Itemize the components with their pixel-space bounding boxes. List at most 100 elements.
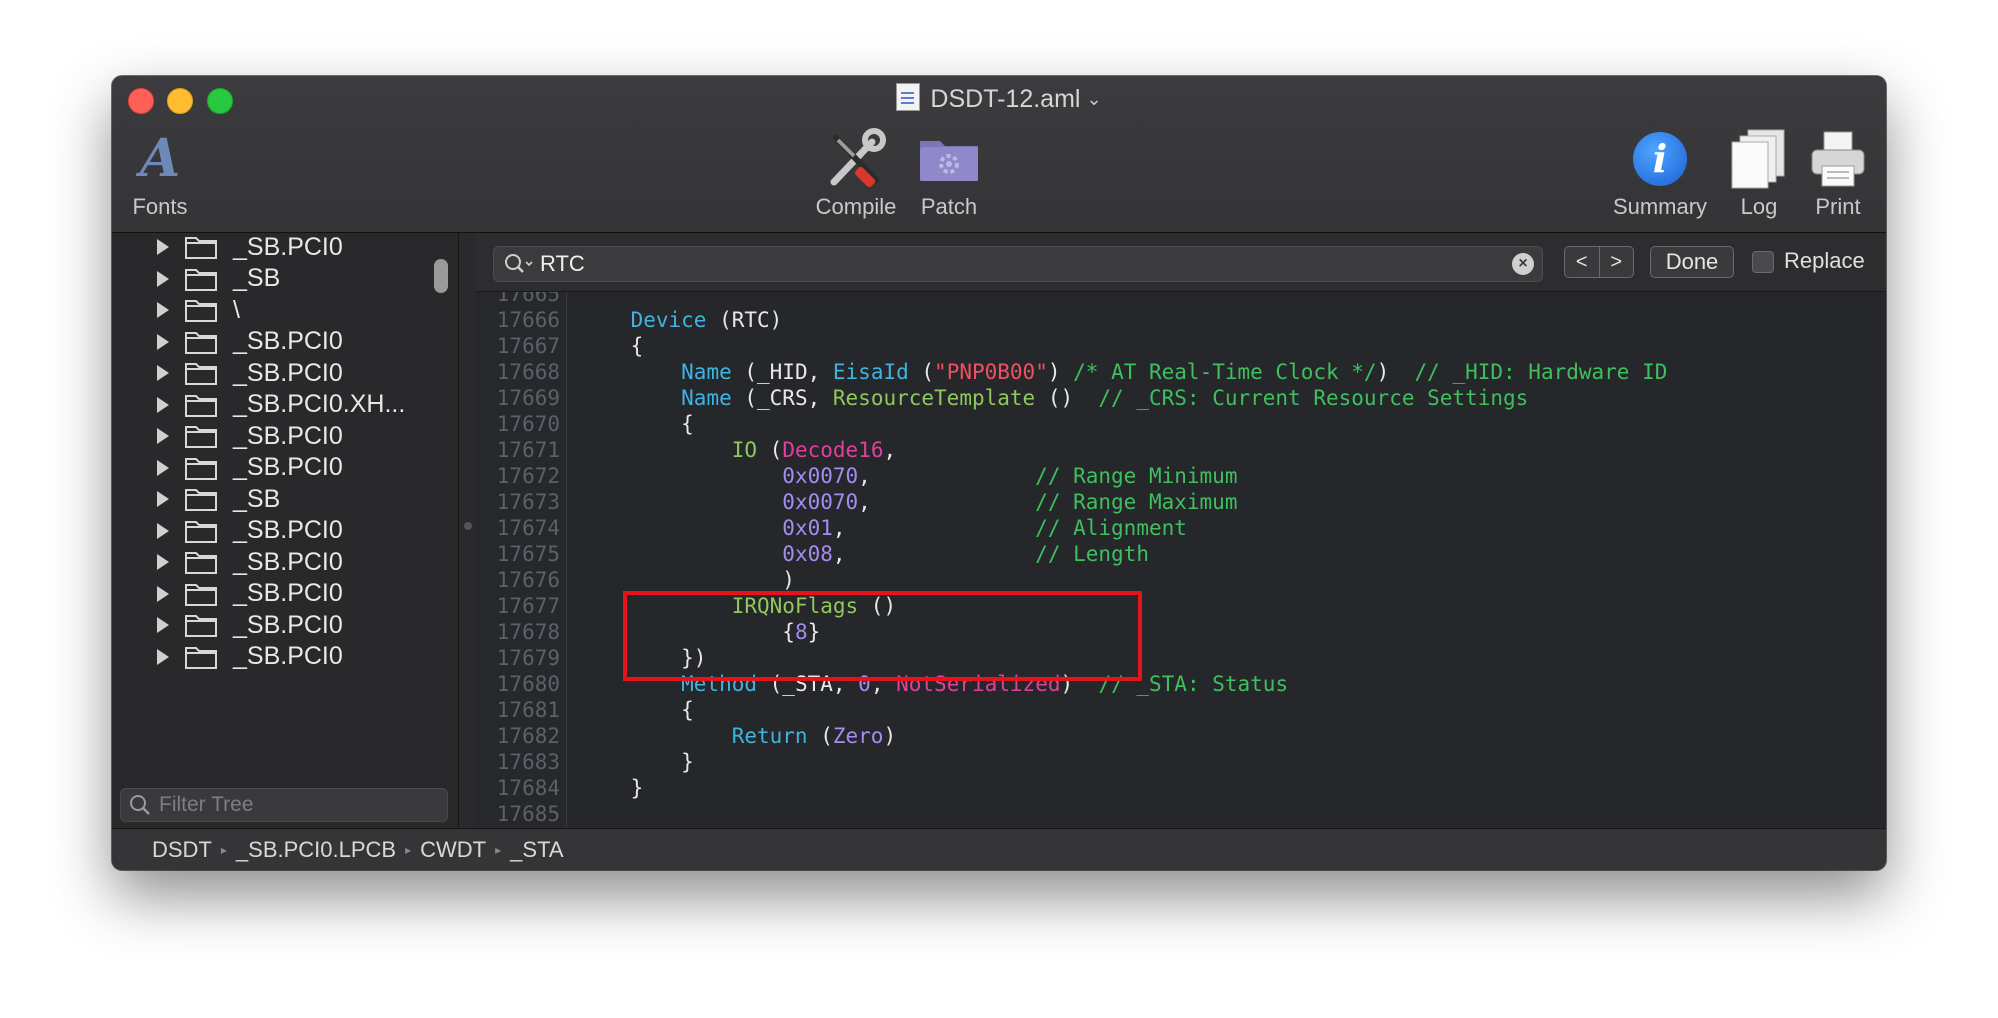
compile-button[interactable]: Compile (812, 128, 900, 220)
code-line: Name (_HID, EisaId ("PNP0B00") /* AT Rea… (580, 359, 1667, 385)
replace-checkbox[interactable] (1752, 251, 1774, 273)
summary-button[interactable]: i Summary (1606, 128, 1714, 220)
code-line: Name (_CRS, ResourceTemplate () // _CRS:… (580, 385, 1528, 411)
folder-icon (185, 487, 217, 511)
code-token: EisaId (832, 360, 909, 384)
done-button[interactable]: Done (1650, 246, 1734, 278)
fonts-button[interactable]: A Fonts (130, 128, 190, 220)
code-token: , (832, 542, 1036, 566)
code-token: Decode16 (782, 438, 884, 462)
breadcrumb-item[interactable]: _STA (510, 837, 563, 863)
code-line: 0x08, // Length (580, 541, 1149, 567)
code-line: IO (Decode16, (580, 437, 896, 463)
search-icon (130, 795, 150, 815)
compile-label: Compile (815, 194, 897, 219)
next-match-button[interactable]: > (1600, 247, 1634, 277)
tree-item-label: _SB.PCI0 (233, 579, 343, 607)
search-icon[interactable] (504, 253, 534, 275)
disclosure-triangle-icon[interactable] (157, 270, 169, 287)
previous-match-button[interactable]: < (1565, 247, 1600, 277)
code-token: ( (807, 724, 833, 748)
line-number: 17682 (496, 724, 560, 748)
code-line: { (580, 411, 694, 437)
find-field[interactable]: × (493, 246, 1543, 282)
disclosure-triangle-icon[interactable] (157, 617, 169, 633)
code-token: /* AT Real-Time Clock */ (1073, 360, 1377, 384)
split-view-handle[interactable] (464, 522, 472, 530)
code-editor[interactable]: 17665 17666 17667 17668 17669 17670 17671 17672… (476, 292, 1886, 827)
print-button[interactable]: Print (1806, 128, 1870, 220)
patch-button[interactable]: Patch (914, 128, 984, 220)
breadcrumb-item[interactable]: CWDT (420, 837, 486, 863)
tree-item-label: _SB.PCI0 (233, 516, 343, 544)
tree-item-label: _SB (233, 264, 281, 292)
code-token: // Alignment (1035, 516, 1187, 540)
code-token: () (1035, 386, 1099, 410)
clear-search-icon[interactable]: × (1512, 253, 1534, 275)
tree-item-label: _SB.PCI0 (233, 610, 343, 639)
disclosure-triangle-icon[interactable] (157, 522, 169, 539)
sidebar-scrollbar[interactable] (434, 259, 448, 293)
summary-label: Summary (1612, 194, 1708, 219)
tree-item-label: _SB.PCI0 (233, 327, 343, 355)
line-number: 17685 (496, 802, 560, 826)
code-token: (RTC) (706, 308, 783, 332)
code-line: 0x0070, // Range Minimum (580, 463, 1237, 489)
line-number: 17679 (496, 646, 560, 670)
chevron-down-icon: ⌄ (1086, 89, 1102, 109)
filter-tree-input[interactable] (159, 793, 429, 817)
disclosure-triangle-icon[interactable] (157, 365, 169, 381)
folder-icon (185, 393, 217, 417)
breadcrumb-separator-icon: ▸ (220, 843, 227, 857)
disclosure-triangle-icon[interactable] (157, 554, 169, 570)
outline-tree: _SB.PCI0 _SB \ _SB.PCI0 _SB.PCI0 _SB.PCI0.XH.… (112, 233, 432, 779)
disclosure-triangle-icon[interactable] (157, 428, 169, 444)
code-token: 0x08 (782, 542, 833, 566)
disclosure-triangle-icon[interactable] (157, 302, 169, 318)
log-button[interactable]: Log (1727, 128, 1791, 220)
disclosure-triangle-icon[interactable] (157, 239, 169, 255)
line-number: 17671 (496, 438, 560, 462)
fonts-label: Fonts (132, 194, 188, 219)
code-token: , (883, 438, 897, 462)
disclosure-triangle-icon[interactable] (157, 585, 169, 602)
disclosure-triangle-icon[interactable] (157, 333, 169, 350)
breadcrumb-item[interactable]: DSDT (152, 837, 212, 863)
disclosure-triangle-icon[interactable] (157, 396, 169, 413)
code-token: Zero (832, 724, 884, 748)
breadcrumb-item[interactable]: _SB.PCI0.LPCB (236, 837, 396, 863)
code-line: { (580, 333, 644, 359)
filter-tree-field[interactable] (120, 788, 448, 822)
folder-icon (185, 235, 217, 259)
find-bar: × < > Done Replace (476, 233, 1886, 292)
find-input[interactable] (540, 251, 1512, 277)
tree-item[interactable]: _SB.PCI0 (112, 637, 432, 677)
code-token: (_HID, (731, 360, 833, 384)
tree-item-label: _SB.PCI0 (233, 642, 343, 670)
code-token: // _CRS: Current Resource Settings (1098, 386, 1529, 410)
tree-item-label: _SB.PCI0 (233, 547, 343, 576)
line-number: 17673 (496, 490, 560, 514)
folder-icon (185, 582, 217, 606)
print-label: Print (1815, 194, 1861, 219)
disclosure-triangle-icon[interactable] (157, 648, 169, 665)
line-number: 17665 (496, 292, 560, 306)
line-number: 17666 (496, 308, 560, 332)
folder-icon (185, 613, 217, 637)
code-token: ResourceTemplate (832, 386, 1036, 410)
disclosure-triangle-icon[interactable] (157, 459, 169, 476)
line-number: 17683 (496, 750, 560, 774)
code-token: Device (630, 308, 707, 332)
folder-icon (185, 519, 217, 543)
code-token: (_CRS, (731, 386, 833, 410)
folder-icon (185, 298, 217, 322)
code-token: // Length (1035, 542, 1149, 566)
window-title-bar[interactable]: DSDT-12.aml ⌄ (112, 82, 1886, 116)
disclosure-triangle-icon[interactable] (157, 491, 169, 507)
